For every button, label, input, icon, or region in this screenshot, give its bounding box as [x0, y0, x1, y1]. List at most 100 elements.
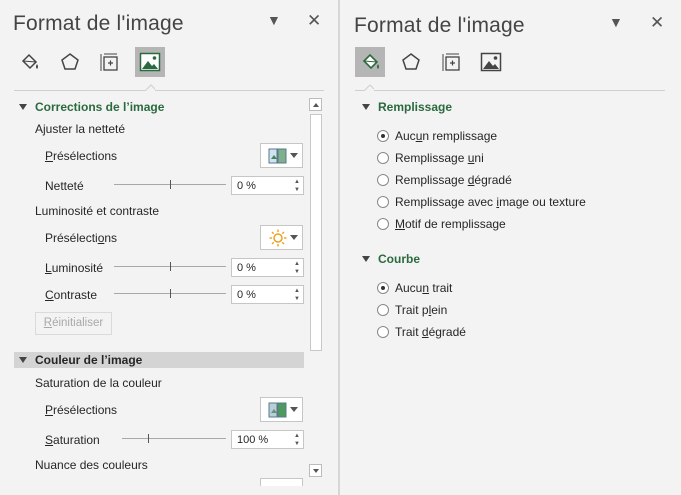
chevron-down-icon [290, 407, 298, 412]
spin-down-icon[interactable]: ▼ [294, 296, 300, 302]
tone-presets-dropdown-partial[interactable] [260, 478, 303, 486]
presets-label-saturation: Présélections [45, 403, 118, 417]
tab-size-properties[interactable] [437, 47, 467, 77]
radio-pattern-fill[interactable]: Motif de remplissage [377, 216, 506, 232]
arrow-down-icon [313, 469, 319, 473]
saturation-value: 100 % [237, 434, 269, 446]
chevron-down-icon [290, 235, 298, 240]
radio-button[interactable] [377, 282, 389, 294]
spin-up-icon[interactable]: ▲ [294, 433, 300, 439]
contrast-label: Contraste [45, 288, 98, 302]
spin-up-icon[interactable]: ▲ [294, 179, 300, 185]
sharpen-presets-dropdown[interactable] [260, 143, 303, 168]
pentagon-effects-icon [61, 53, 79, 70]
section-header-fill[interactable]: Remplissage [362, 100, 452, 114]
picture-icon [139, 52, 161, 72]
brightness-presets-dropdown[interactable] [260, 225, 303, 250]
saturation-slider[interactable] [122, 438, 226, 439]
scroll-up-button[interactable] [309, 98, 322, 111]
sharpen-preset-icon [268, 148, 287, 164]
radio-gradient-fill[interactable]: Remplissage dégradé [377, 172, 512, 188]
radio-solid-fill[interactable]: Remplissage uni [377, 150, 484, 166]
tab-fill-line[interactable] [355, 47, 385, 77]
saturation-slider-thumb[interactable] [148, 434, 149, 443]
saturation-label: Saturation [45, 433, 100, 447]
radio-solid-line[interactable]: Trait plein [377, 302, 447, 318]
sharpness-slider-thumb[interactable] [170, 180, 171, 189]
radio-no-line[interactable]: Aucun trait [377, 280, 452, 296]
radio-button[interactable] [377, 130, 389, 142]
spin-up-icon[interactable]: ▲ [294, 261, 300, 267]
radio-gradient-line[interactable]: Trait dégradé [377, 324, 466, 340]
brightness-spinner[interactable]: 0 % ▲ ▼ [231, 258, 304, 277]
size-properties-icon [442, 53, 460, 71]
contrast-slider-thumb[interactable] [170, 289, 171, 298]
section-header-corrections[interactable]: Corrections de l’image [19, 100, 164, 114]
radio-no-fill[interactable]: Aucun remplissage [377, 128, 497, 144]
tab-indicator [145, 84, 155, 91]
tab-picture[interactable] [476, 47, 506, 77]
section-header-line[interactable]: Courbe [362, 252, 420, 266]
presets-label-brightness: Présélections [45, 231, 118, 245]
saturation-preset-icon [268, 402, 287, 418]
brightness-label: Luminosité [45, 261, 104, 275]
saturation-spinner[interactable]: 100 % ▲ ▼ [231, 430, 304, 449]
close-icon[interactable]: ✕ [650, 13, 664, 33]
picture-icon [480, 52, 502, 72]
radio-picture-texture-fill[interactable]: Remplissage avec image ou texture [377, 194, 586, 210]
tab-divider [14, 90, 324, 91]
color-tone-label: Nuance des couleurs [35, 458, 148, 472]
radio-button[interactable] [377, 304, 389, 316]
close-icon[interactable]: ✕ [307, 11, 321, 31]
tab-indicator [364, 84, 374, 91]
radio-button[interactable] [377, 218, 389, 230]
reset-button[interactable]: Réinitialiser [35, 312, 112, 335]
contrast-spinner[interactable]: 0 % ▲ ▼ [231, 285, 304, 304]
radio-button[interactable] [377, 152, 389, 164]
spin-down-icon[interactable]: ▼ [294, 187, 300, 193]
brightness-value: 0 % [237, 262, 256, 274]
scrollbar-thumb[interactable] [310, 114, 322, 351]
scrollbar[interactable] [309, 97, 323, 480]
pentagon-effects-icon [402, 53, 420, 70]
spin-down-icon[interactable]: ▼ [294, 441, 300, 447]
sharpness-label: Netteté [45, 179, 84, 193]
sun-icon [269, 229, 287, 247]
pane-title: Format de l'image [13, 12, 184, 35]
contrast-value: 0 % [237, 289, 256, 301]
collapse-triangle-icon [362, 255, 370, 262]
scroll-down-button[interactable] [309, 464, 322, 477]
tab-strip [14, 47, 174, 79]
sharpness-value: 0 % [237, 180, 256, 192]
pane-options-chevron-icon[interactable]: ▼ [267, 12, 281, 28]
radio-button[interactable] [377, 174, 389, 186]
chevron-down-icon [290, 153, 298, 158]
radio-button[interactable] [377, 326, 389, 338]
brightness-contrast-group-label: Luminosité et contraste [35, 204, 160, 218]
tab-effects[interactable] [396, 47, 426, 77]
tab-size-properties[interactable] [95, 47, 125, 77]
spin-up-icon[interactable]: ▲ [294, 288, 300, 294]
collapse-triangle-icon [19, 356, 27, 363]
pane-title: Format de l'image [354, 14, 525, 37]
tab-fill-line[interactable] [14, 47, 44, 77]
spin-down-icon[interactable]: ▼ [294, 269, 300, 275]
radio-button[interactable] [377, 196, 389, 208]
tab-divider [355, 90, 665, 91]
saturation-presets-dropdown[interactable] [260, 397, 303, 422]
brightness-slider-thumb[interactable] [170, 262, 171, 271]
arrow-up-icon [313, 103, 319, 107]
fill-bucket-icon [362, 53, 379, 70]
presets-label-sharpen: Présélections [45, 149, 118, 163]
sharpen-group-label: Ajuster la netteté [35, 122, 126, 136]
section-header-color[interactable]: Couleur de l’image [14, 352, 304, 368]
collapse-triangle-icon [19, 103, 27, 110]
saturation-group-label: Saturation de la couleur [35, 376, 162, 390]
format-picture-pane-left: Format de l'image ▼ ✕ Corrections de l’i… [0, 0, 338, 495]
tab-strip [355, 47, 515, 79]
pane-options-chevron-icon[interactable]: ▼ [609, 14, 623, 30]
tab-picture[interactable] [135, 47, 165, 77]
tab-effects[interactable] [55, 47, 85, 77]
sharpness-spinner[interactable]: 0 % ▲ ▼ [231, 176, 304, 195]
size-properties-icon [100, 53, 118, 71]
